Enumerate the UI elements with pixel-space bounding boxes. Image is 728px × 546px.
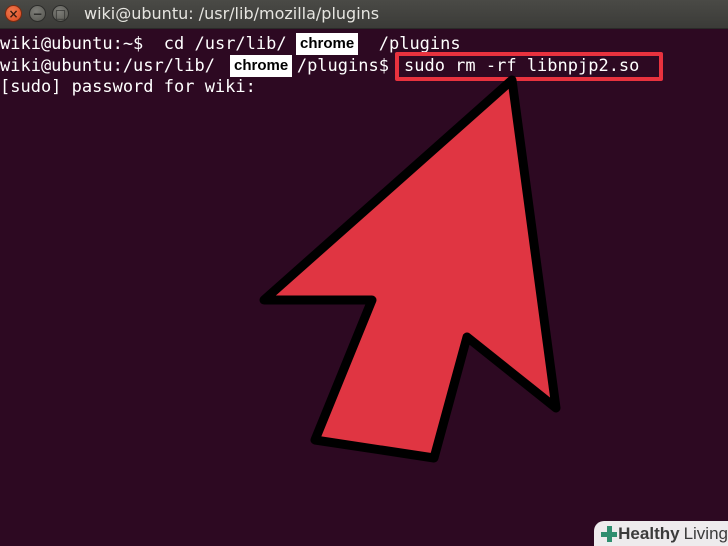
pointer-arrow-icon: [259, 75, 561, 463]
arrow-shape: [259, 75, 561, 463]
watermark-brand-light: Living: [683, 523, 728, 543]
medical-cross-icon: [600, 525, 618, 543]
watermark-brand-bold: Healthy: [618, 523, 680, 543]
healthy-living-watermark: Healthy Living: [594, 521, 728, 546]
